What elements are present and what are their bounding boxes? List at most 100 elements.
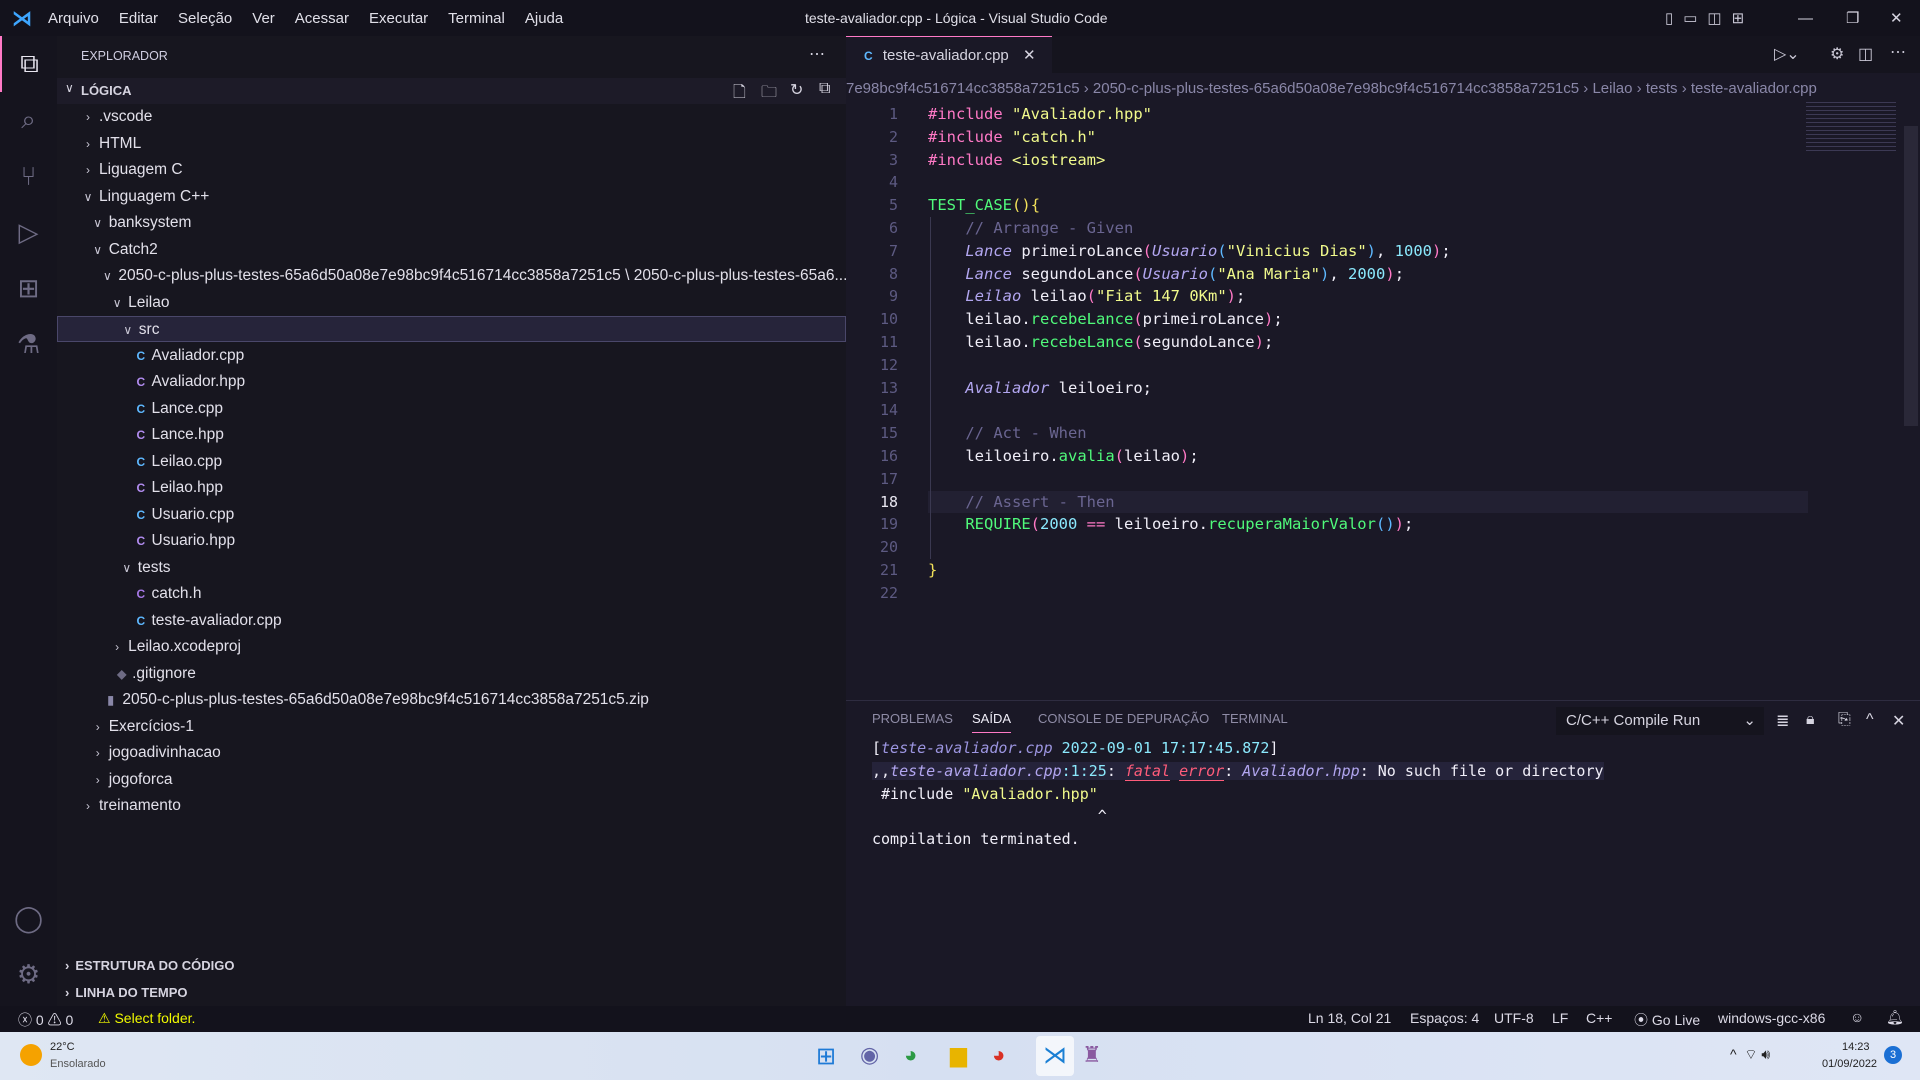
tree-item[interactable]: › Liguagem C [57,157,846,183]
chrome-profile-icon[interactable]: ◕ [992,1042,1005,1068]
tree-item[interactable]: C Leilao.cpp [57,449,846,475]
lock-scroll-icon[interactable]: 🔒︎ [1806,711,1815,729]
tree-item[interactable]: › jogoadivinhacao [57,740,846,766]
clear-output-icon[interactable]: ≣ [1776,711,1789,731]
close-panel-icon[interactable]: ✕ [1892,711,1905,731]
compiler-config[interactable]: windows-gcc-x86 [1718,1010,1825,1026]
cursor-position[interactable]: Ln 18, Col 21 [1308,1010,1391,1026]
go-live-button[interactable]: ⦿ Go Live [1634,1010,1700,1030]
clock-time[interactable]: 14:23 [1842,1041,1870,1053]
weather-temp[interactable]: 22°C [50,1041,75,1053]
section-timeline[interactable]: › LINHA DO TEMPO [57,981,846,1005]
tree-item[interactable]: › treinamento [57,793,846,819]
chrome-icon[interactable]: ◕ [904,1042,917,1068]
extensions-icon[interactable]: ⊞ [0,260,57,316]
tree-item[interactable]: ∨ tests [57,555,846,581]
vscode-taskbar-icon[interactable]: ⋊ [1036,1036,1074,1076]
scrollbar[interactable] [1904,126,1918,426]
close-tab-icon[interactable]: ✕ [1023,47,1036,64]
section-outline[interactable]: › ESTRUTURA DO CÓDIGO [57,954,846,978]
select-folder-status[interactable]: ⚠ Select folder. [98,1010,195,1027]
tree-item[interactable]: C Avaliador.hpp [57,369,846,395]
code-line[interactable]: #include "Avaliador.hpp" [928,105,1152,123]
tab-teste-avaliador[interactable]: C teste-avaliador.cpp ✕ [846,36,1052,73]
code-line[interactable]: Leilao leilao("Fiat 147 0Km"); [928,287,1245,305]
code-line[interactable]: // Assert - Then [928,493,1114,511]
code-line[interactable]: // Act - When [928,424,1086,442]
tree-item[interactable]: ∨ Linguagem C++ [57,184,846,210]
windows-start-icon[interactable]: ⊞ [816,1042,836,1071]
tree-item[interactable]: ∨ 2050-c-plus-plus-testes-65a6d50a08e7e98… [57,263,847,289]
code-line[interactable]: Avaliador leiloeiro; [928,379,1152,397]
explorer-icon[interactable]: ⧉ [0,36,57,92]
breadcrumb-item[interactable]: teste-avaliador.cpp [1691,80,1817,97]
notifications-icon[interactable]: 🔔︎ [1886,1009,1904,1026]
end-of-line[interactable]: LF [1552,1010,1568,1026]
tree-item[interactable]: › .vscode [57,104,846,130]
testing-icon[interactable]: ⚗ [0,316,57,372]
code-line[interactable]: leiloeiro.avalia(leilao); [928,447,1198,465]
maximize-button[interactable]: ❐ [1846,9,1859,27]
menu-ajuda[interactable]: Ajuda [525,10,563,27]
tree-item[interactable]: › jogoforca [57,767,846,793]
breadcrumb-item[interactable]: Leilao [1592,80,1632,97]
problems-status[interactable]: ⓧ 0 ⚠ 0 [18,1010,73,1030]
tree-item[interactable]: ▮ 2050-c-plus-plus-testes-65a6d50a08e7e98… [57,687,846,713]
open-in-editor-icon[interactable]: ⎘ [1838,711,1851,729]
tree-item[interactable]: ◆ .gitignore [57,661,846,687]
code-editor[interactable]: 1 #include "Avaliador.hpp" 2 #include "catc… [846,103,1920,623]
code-line[interactable]: REQUIRE(2000 == leiloeiro.recuperaMaiorV… [928,515,1413,533]
tree-item[interactable]: C Leilao.hpp [57,475,846,501]
tree-item[interactable]: C Usuario.hpp [57,528,846,554]
code-line[interactable]: Lance primeiroLance(Usuario("Vinicius Di… [928,242,1450,260]
close-button[interactable]: ✕ [1890,9,1903,27]
code-line[interactable]: leilao.recebeLance(primeiroLance); [928,310,1282,328]
menu-seleção[interactable]: Seleção [178,10,232,27]
breadcrumb-item[interactable]: 2050-c-plus-plus-testes-65a6d50a08e7e98b… [1093,80,1579,97]
app-icon[interactable]: ♜ [1082,1042,1102,1068]
code-line[interactable]: #include "catch.h" [928,128,1096,146]
menu-acessar[interactable]: Acessar [295,10,349,27]
notification-badge[interactable]: 3 [1884,1046,1902,1064]
tree-item[interactable]: ∨ src [57,316,846,342]
code-line[interactable]: // Arrange - Given [928,219,1133,237]
tree-item[interactable]: Cteste-avaliador.cpp [57,608,846,634]
more-actions-icon[interactable]: ⋯ [1890,42,1906,62]
language-mode[interactable]: C++ [1586,1010,1612,1026]
search-icon[interactable]: ⌕ [0,92,57,148]
settings-gear-icon[interactable]: ⚙ [0,946,57,1002]
encoding[interactable]: UTF-8 [1494,1010,1534,1026]
tree-item[interactable]: Ccatch.h [57,581,846,607]
tree-item[interactable]: C Lance.hpp [57,422,846,448]
output-channel-dropdown[interactable]: C/C++ Compile Run ⌄ [1556,707,1764,735]
minimize-button[interactable]: — [1798,10,1813,27]
settings-icon[interactable]: ⚙ [1830,44,1844,64]
menu-arquivo[interactable]: Arquivo [48,10,99,27]
code-line[interactable]: TEST_CASE(){ [928,196,1040,214]
tree-item[interactable]: ∨ Catch2 [57,237,846,263]
menu-terminal[interactable]: Terminal [448,10,505,27]
maximize-panel-icon[interactable]: ^ [1866,711,1874,729]
tree-item[interactable]: C Usuario.cpp [57,502,846,528]
panel-tab[interactable]: PROBLEMAS [872,711,953,726]
split-editor-icon[interactable]: ◫ [1858,44,1873,64]
tree-item[interactable]: ∨ Leilao [57,290,846,316]
panel-tab[interactable]: SAÍDA [972,711,1012,733]
menu-executar[interactable]: Executar [369,10,428,27]
feedback-icon[interactable]: ☺ [1850,1009,1864,1025]
tree-item[interactable]: › Leilao.xcodeproj [57,634,846,660]
indentation[interactable]: Espaços: 4 [1410,1010,1479,1026]
teams-chat-icon[interactable]: ◉ [860,1042,879,1068]
more-actions-icon[interactable]: ⋯ [809,44,825,64]
code-line[interactable]: leilao.recebeLance(segundoLance); [928,333,1273,351]
breadcrumb-item[interactable]: tests [1646,80,1678,97]
run-code-icon[interactable]: ▷⌄ [1774,44,1800,64]
breadcrumb-item[interactable]: 7e98bc9f4c516714cc3858a7251c5 [846,80,1080,97]
code-line[interactable]: Lance segundoLance(Usuario("Ana Maria"),… [928,265,1404,283]
code-line[interactable]: } [928,561,937,579]
clock-date[interactable]: 01/09/2022 [1822,1058,1877,1070]
tree-item[interactable]: C Avaliador.cpp [57,343,846,369]
collapse-all-icon[interactable]: ⧉ [819,80,830,98]
tree-item[interactable]: › Exercícios-1 [57,714,846,740]
code-line[interactable]: #include <iostream> [928,151,1105,169]
